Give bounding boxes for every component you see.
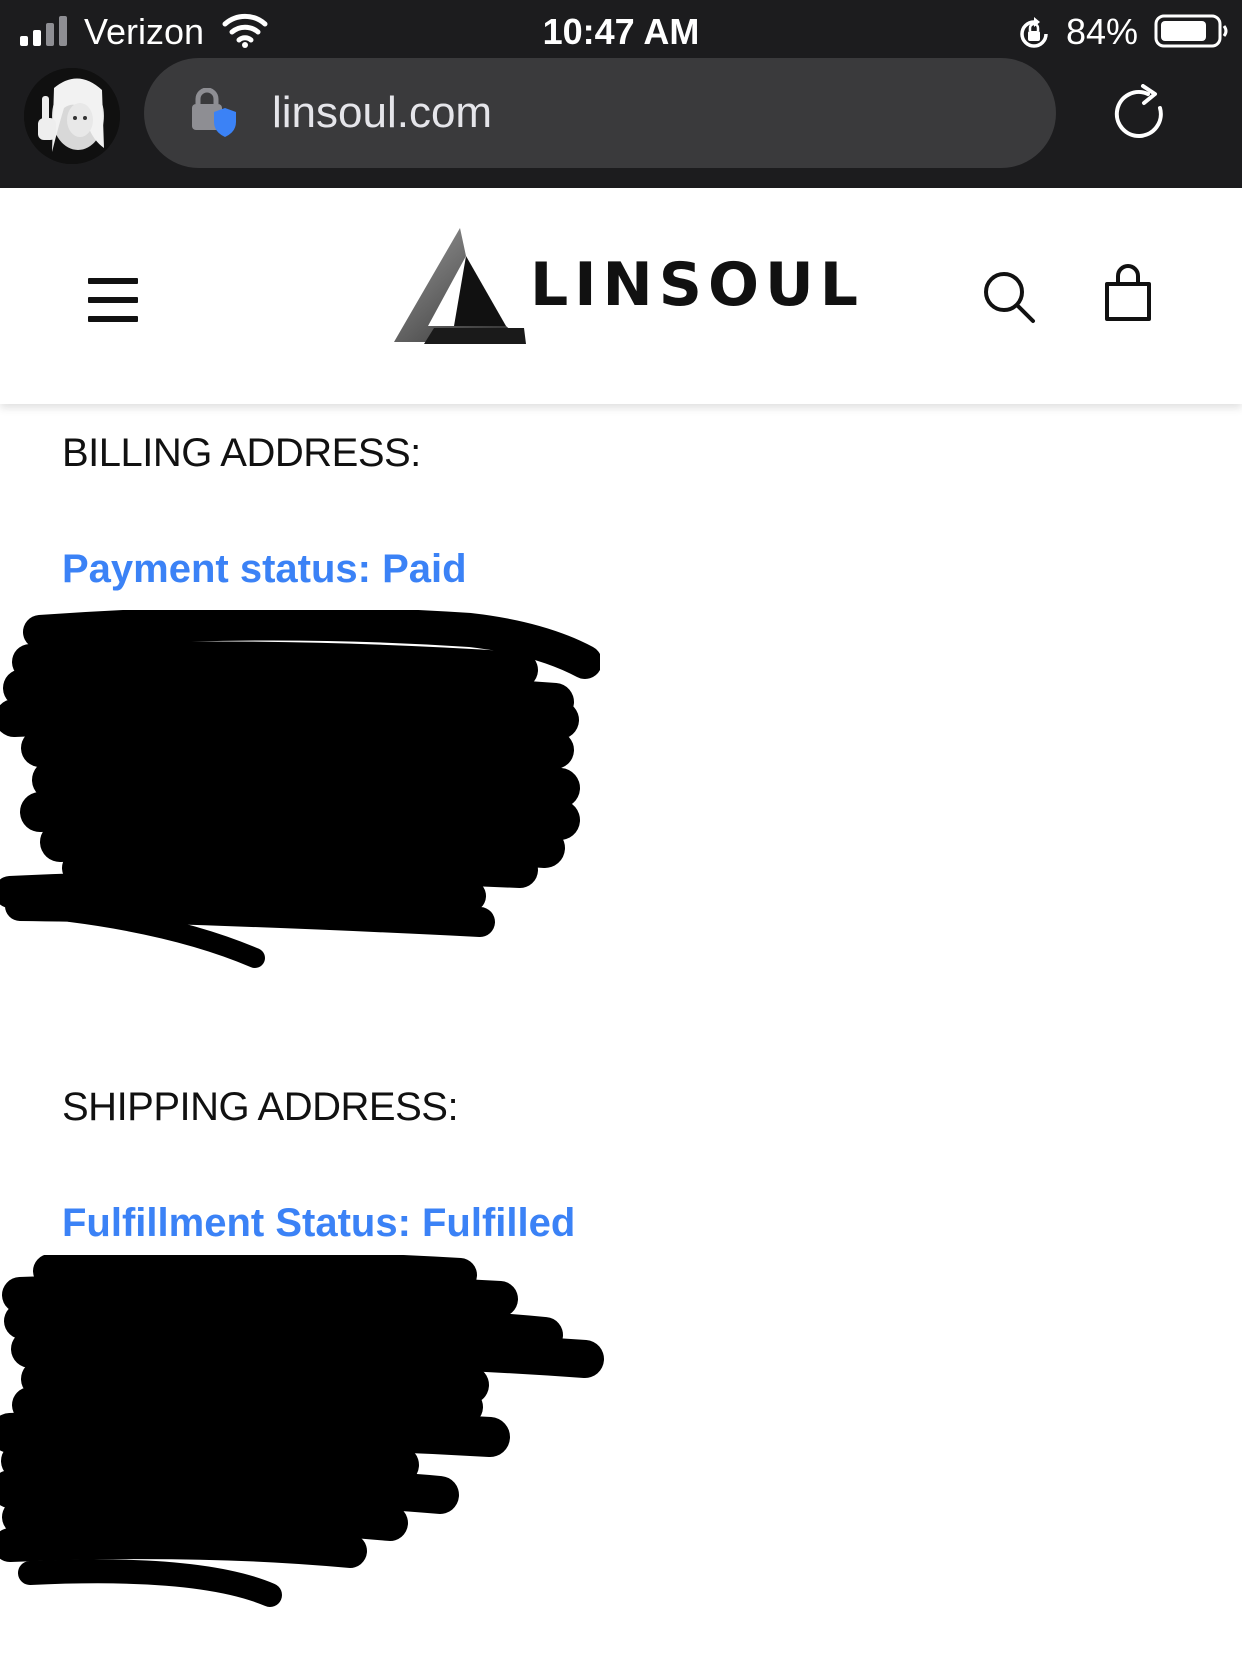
logo-triangle-icon bbox=[394, 228, 526, 344]
orientation-lock-icon bbox=[1020, 17, 1048, 48]
status-bar: Verizon 10:47 AM 84% bbox=[0, 0, 1242, 62]
billing-redaction bbox=[0, 610, 600, 968]
logo-text: LINSOUL bbox=[530, 250, 864, 320]
shipping-redaction bbox=[0, 1255, 604, 1607]
site-header: LINSOUL bbox=[0, 188, 1242, 404]
shopping-bag-icon[interactable] bbox=[1104, 264, 1152, 322]
payment-status: Payment status: Paid bbox=[62, 547, 467, 591]
search-icon[interactable] bbox=[982, 270, 1036, 324]
avatar-image bbox=[24, 68, 120, 164]
url-text[interactable]: linsoul.com bbox=[272, 86, 492, 140]
browser-chrome: Verizon 10:47 AM 84% linsoul.com bbox=[0, 0, 1242, 188]
address-bar[interactable]: linsoul.com bbox=[144, 58, 1056, 168]
clock: 10:47 AM bbox=[542, 11, 700, 52]
privacy-lock-icon bbox=[192, 88, 236, 137]
battery-icon bbox=[1154, 14, 1228, 48]
battery-percentage: 84% bbox=[1066, 11, 1139, 52]
menu-icon[interactable] bbox=[88, 278, 138, 322]
billing-address-heading: BILLING ADDRESS: bbox=[62, 431, 421, 475]
fulfillment-status: Fulfillment Status: Fulfilled bbox=[62, 1201, 576, 1245]
reload-icon[interactable] bbox=[1110, 84, 1170, 144]
profile-avatar[interactable] bbox=[24, 68, 120, 164]
shipping-address-heading: SHIPPING ADDRESS: bbox=[62, 1085, 459, 1129]
site-logo[interactable]: LINSOUL bbox=[394, 228, 858, 348]
